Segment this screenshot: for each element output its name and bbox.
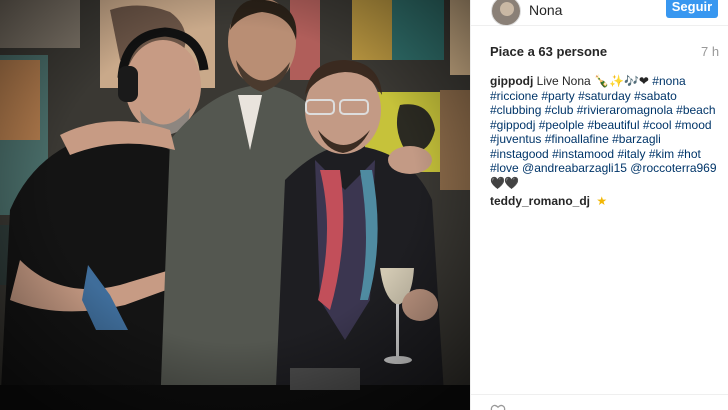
hashtag[interactable]: #party xyxy=(541,89,574,103)
hashtag[interactable]: #instamood xyxy=(552,147,614,161)
hashtag[interactable]: #saturday xyxy=(578,89,631,103)
hashtag[interactable]: #gippodj xyxy=(490,118,535,132)
mention[interactable]: @andreabarzagli15 xyxy=(522,161,627,175)
hashtag[interactable]: #peolple xyxy=(539,118,584,132)
hashtag[interactable]: #clubbing xyxy=(490,103,541,117)
comment-author[interactable]: teddy_romano_dj xyxy=(490,194,590,208)
avatar[interactable] xyxy=(491,0,521,26)
hashtag[interactable]: #mood xyxy=(675,118,712,132)
hashtag[interactable]: #rivieraromagnola xyxy=(577,103,673,117)
caption-hearts: 🖤🖤 xyxy=(490,175,519,190)
hashtag[interactable]: #club xyxy=(545,103,574,117)
post-header: Nona Seguir xyxy=(471,0,728,26)
photo-image xyxy=(0,0,470,410)
star-icon: ★ xyxy=(596,194,608,208)
hashtag[interactable]: #kim xyxy=(649,147,674,161)
follow-button[interactable]: Seguir xyxy=(666,0,718,18)
likes-count[interactable]: Piace a 63 persone xyxy=(490,44,607,59)
comment: teddy_romano_dj ★ xyxy=(490,194,607,208)
heart-icon[interactable] xyxy=(490,404,506,410)
hashtag[interactable]: #italy xyxy=(617,147,645,161)
caption-text: Live Nona xyxy=(536,74,591,88)
hashtag[interactable]: #love xyxy=(490,161,519,175)
caption-emoji: 🍾✨🎶❤ xyxy=(594,74,649,88)
hashtag[interactable]: #riccione xyxy=(490,89,538,103)
hashtag[interactable]: #nona xyxy=(652,74,685,88)
hashtag[interactable]: #beautiful xyxy=(587,118,639,132)
post-side-panel: Nona Seguir Piace a 63 persone 7 h gippo… xyxy=(470,0,728,410)
likes-row: Piace a 63 persone 7 h xyxy=(471,40,728,62)
post-photo[interactable] xyxy=(0,0,470,410)
hashtag[interactable]: #juventus xyxy=(490,132,541,146)
hashtag[interactable]: #cool xyxy=(643,118,672,132)
hashtag[interactable]: #hot xyxy=(678,147,701,161)
post-actions xyxy=(471,394,728,410)
mention[interactable]: @roccoterra969 xyxy=(630,161,716,175)
hashtag[interactable]: #sabato xyxy=(634,89,677,103)
username[interactable]: Nona xyxy=(529,2,562,18)
hashtag[interactable]: #barzagli xyxy=(612,132,661,146)
hashtag[interactable]: #instagood xyxy=(490,147,549,161)
caption-author[interactable]: gippodj xyxy=(490,74,533,88)
post-time[interactable]: 7 h xyxy=(701,44,719,59)
post-caption: gippodj Live Nona 🍾✨🎶❤ #nona #riccione #… xyxy=(490,74,722,190)
hashtag[interactable]: #beach xyxy=(676,103,715,117)
hashtag[interactable]: #finoallafine xyxy=(545,132,609,146)
